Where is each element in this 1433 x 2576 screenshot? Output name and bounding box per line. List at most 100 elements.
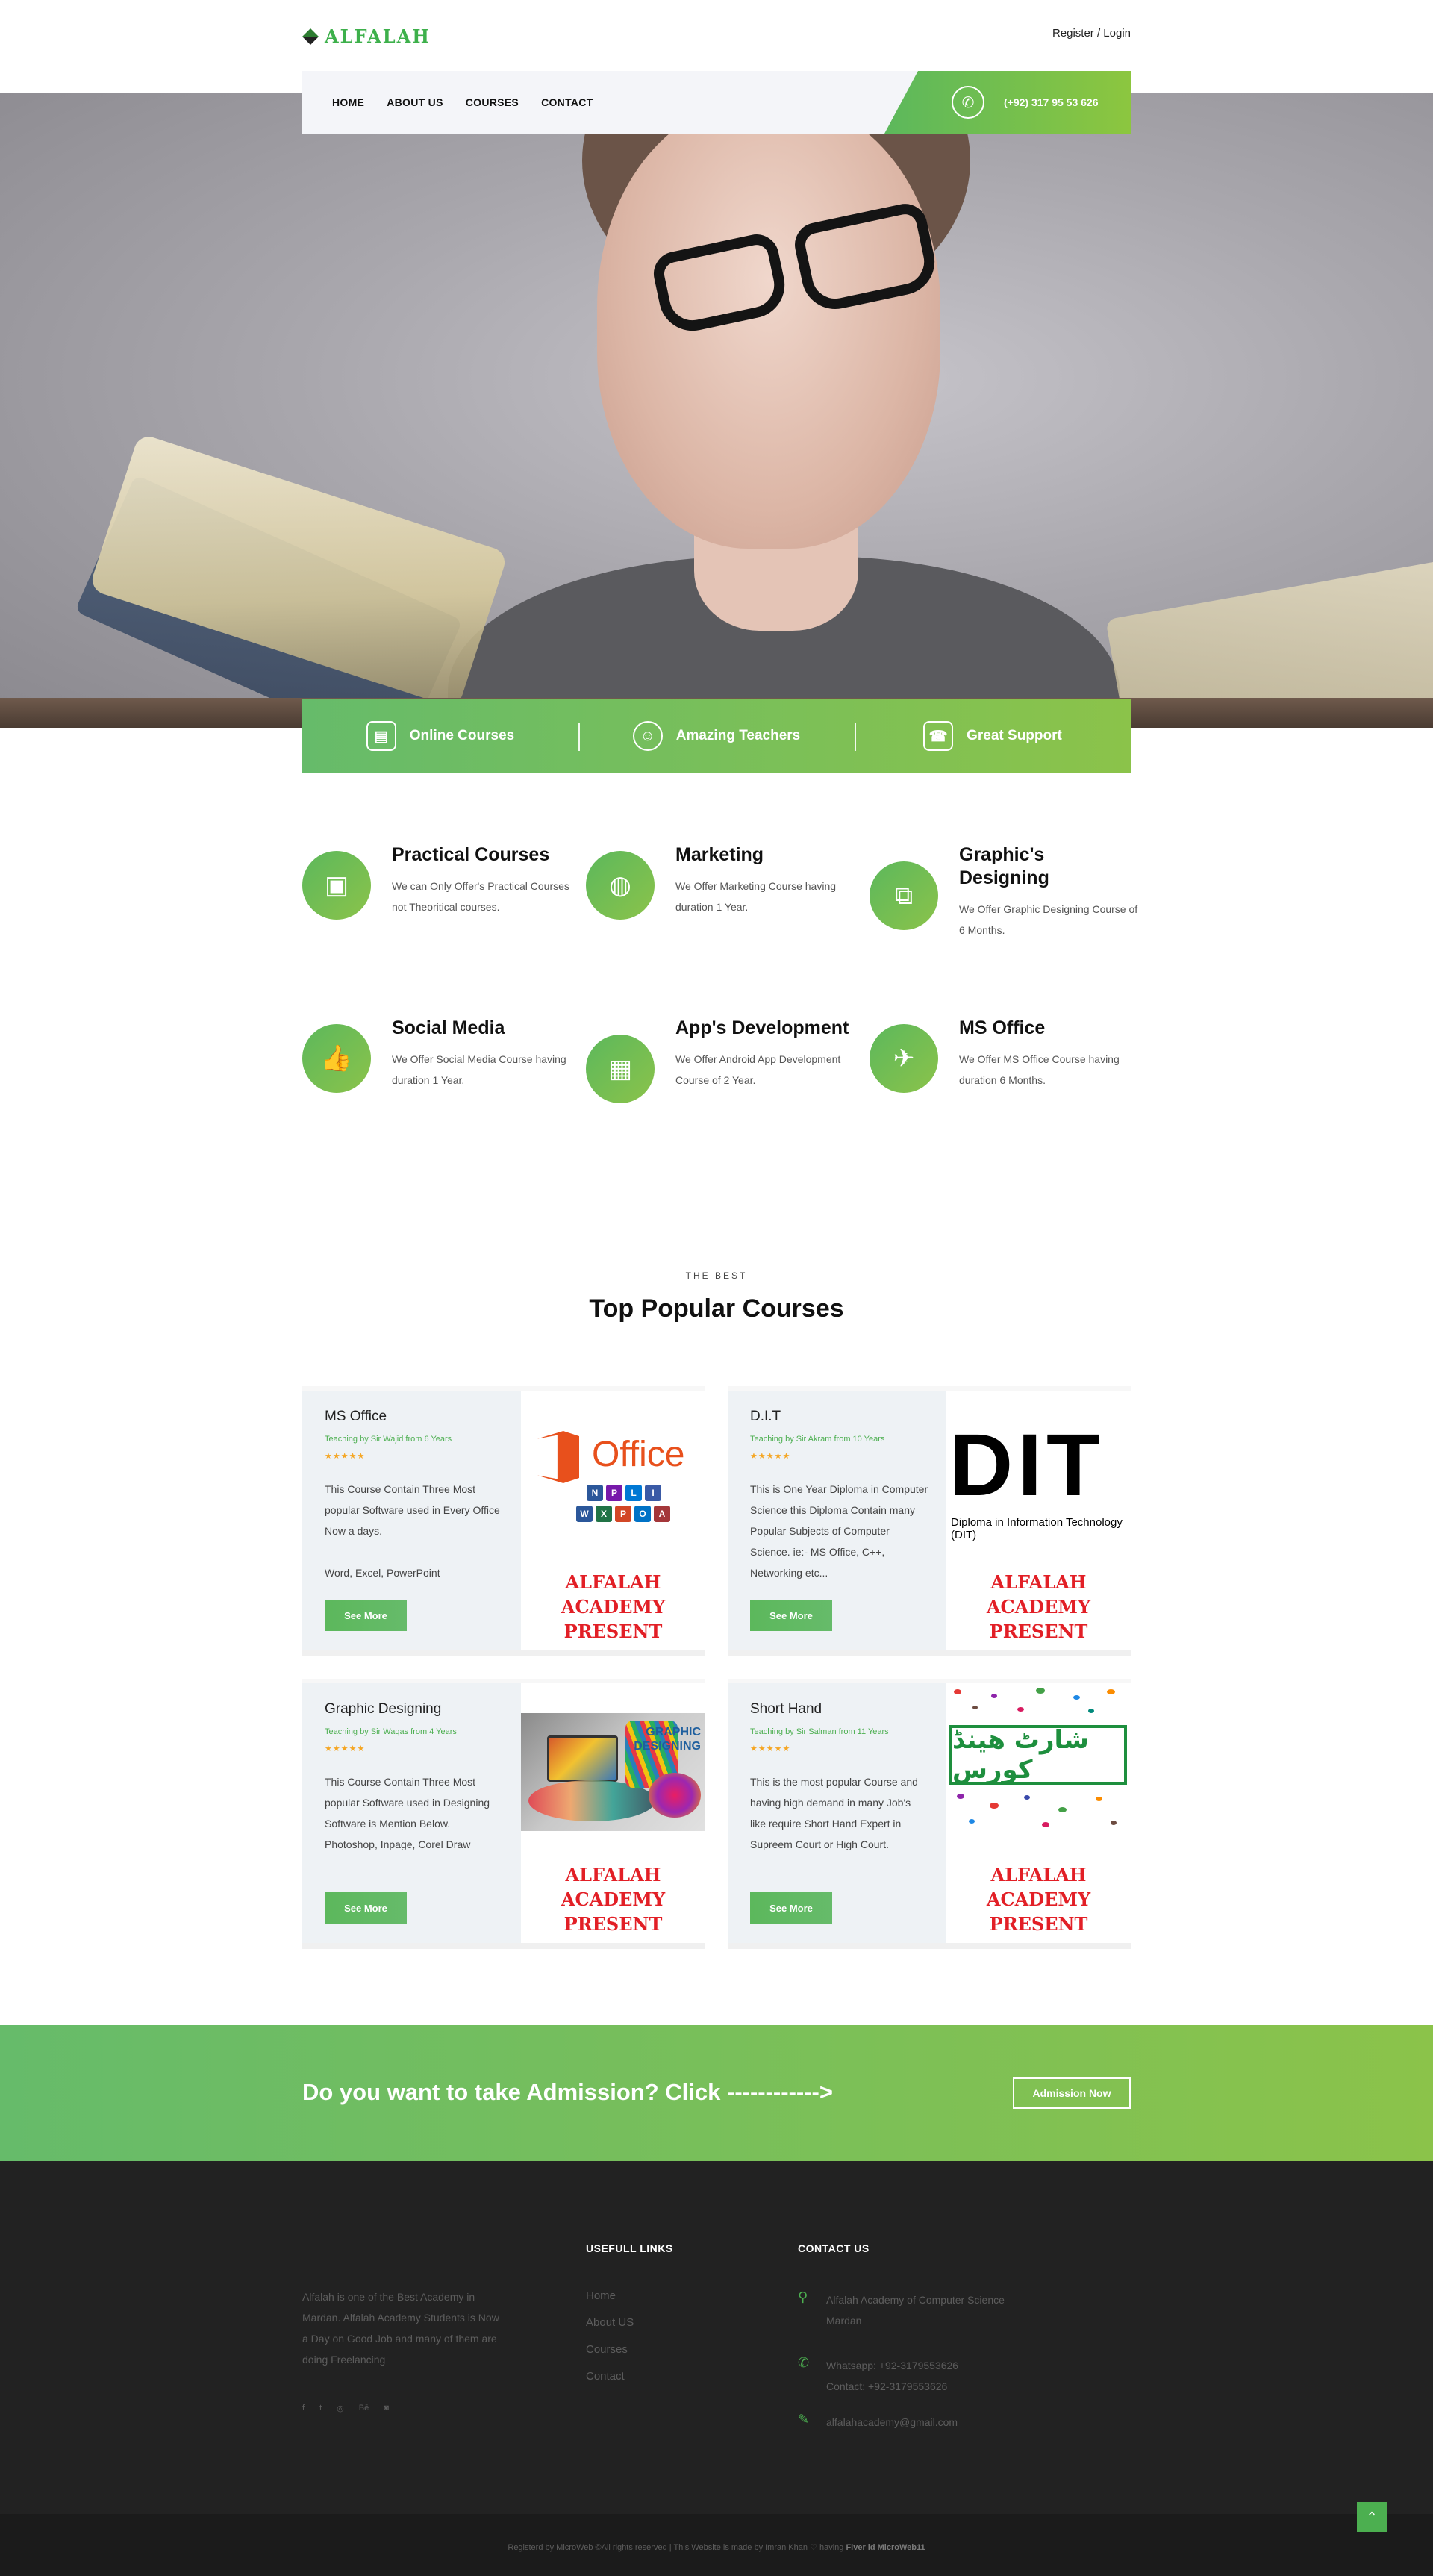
newspaper-icon: ▦ [586, 1035, 655, 1103]
course-desc-extra: Word, Excel, PowerPoint [325, 1567, 440, 1579]
chevron-up-icon: ⌃ [1366, 2509, 1378, 2525]
facebook-icon[interactable]: f [302, 2404, 305, 2413]
course-image-dit: DIT Diploma in Information Technology (D… [946, 1391, 1131, 1650]
main-navbar: HOME ABOUT US COURSES CONTACT ✆ (+92) 31… [302, 71, 1131, 134]
footer-link-about-us[interactable]: About US [586, 2316, 634, 2329]
office-logo-icon [537, 1431, 579, 1483]
footer-link-courses[interactable]: Courses [586, 2343, 628, 2356]
phone-box: ✆ (+92) 317 95 53 626 [884, 71, 1131, 134]
course-card-ms-office: MS Office Teaching by Sir Wajid from 6 Y… [302, 1386, 705, 1656]
copyright-text: Registerd by MicroWeb ©All rights reserv… [508, 2543, 844, 2552]
certificate-icon: ▤ [366, 721, 396, 751]
services-section: ▣ Practical Courses We can Only Offer's … [302, 843, 1137, 1157]
paper-plane-icon: ✈ [870, 1024, 938, 1093]
admission-now-button[interactable]: Admission Now [1013, 2077, 1131, 2109]
see-more-button[interactable]: See More [750, 1892, 832, 1924]
graphic-image-title: GRAPHIC DESIGNING [611, 1725, 701, 1753]
feature-label: Online Courses [409, 728, 515, 743]
academy-tag-line-1: ALFALAH ACADEMY [986, 1571, 1091, 1618]
bottom-bar: Registerd by MicroWeb ©All rights reserv… [0, 2514, 1433, 2576]
nav-contact[interactable]: CONTACT [541, 96, 593, 108]
academy-tag: ALFALAH ACADEMY PRESENT [521, 1570, 705, 1644]
site-logo[interactable]: ALFALAH [302, 25, 431, 47]
academy-tag-line-2: PRESENT [989, 1621, 1088, 1642]
whatsapp-number[interactable]: Whatsapp: +92-3179553626 [826, 2355, 958, 2376]
service-desc: We Offer Social Media Course having dura… [392, 1053, 566, 1086]
course-image-shorthand: شارٹ ھینڈ کورس ALFALAH ACADEMY PRESENT [946, 1683, 1131, 1943]
shorthand-title: شارٹ ھینڈ کورس [949, 1725, 1127, 1785]
see-more-button[interactable]: See More [325, 1600, 407, 1631]
footer-link-contact[interactable]: Contact [586, 2370, 625, 2383]
app-tile: A [654, 1506, 670, 1522]
graphic-word-1: GRAPHIC [646, 1726, 701, 1738]
see-more-button[interactable]: See More [750, 1600, 832, 1631]
service-title: MS Office [959, 1017, 1046, 1038]
service-title: App's Development [675, 1017, 849, 1038]
admission-cta: Do you want to take Admission? Click ---… [0, 2025, 1433, 2161]
service-desc: We Offer Marketing Course having duratio… [675, 880, 837, 913]
feature-amazing-teachers: ☺ Amazing Teachers [578, 721, 855, 751]
section-label: THE BEST [685, 1270, 748, 1281]
phone-number[interactable]: (+92) 317 95 53 626 [1004, 96, 1099, 108]
map-icon: ⧉ [870, 861, 938, 930]
see-more-button[interactable]: See More [325, 1892, 407, 1924]
instagram-icon[interactable]: ◙ [384, 2404, 389, 2413]
back-to-top-button[interactable]: ⌃ [1357, 2502, 1387, 2532]
service-practical-courses: ▣ Practical Courses We can Only Offer's … [302, 843, 571, 920]
logo-diamond-icon [302, 28, 319, 45]
service-social-media: 👍 Social Media We Offer Social Media Cou… [302, 1017, 571, 1093]
nav-about-us[interactable]: ABOUT US [387, 96, 443, 108]
course-image-graphic: GRAPHIC DESIGNING ALFALAH ACADEMY PRESEN… [521, 1683, 705, 1943]
register-login-link[interactable]: Register / Login [1052, 27, 1131, 40]
app-tile: L [625, 1485, 642, 1501]
section-title: Top Popular Courses [589, 1294, 844, 1323]
course-title: Short Hand [750, 1701, 822, 1717]
cta-text: Do you want to take Admission? Click ---… [302, 2079, 833, 2105]
address-line-1: Alfalah Academy of Computer Science [826, 2294, 1005, 2306]
academy-tag-line-1: ALFALAH ACADEMY [561, 1864, 666, 1910]
course-teacher: Teaching by Sir Waqas from 4 Years [325, 1727, 457, 1736]
course-card-dit: D.I.T Teaching by Sir Akram from 10 Year… [728, 1386, 1131, 1656]
course-desc: This Course Contain Three Most popular S… [325, 1776, 490, 1830]
email-address[interactable]: alfalahacademy@gmail.com [826, 2412, 958, 2433]
graphic-word-2: DESIGNING [634, 1740, 701, 1753]
contact-number[interactable]: Contact: +92-3179553626 [826, 2376, 958, 2397]
course-teacher: Teaching by Sir Akram from 10 Years [750, 1435, 885, 1444]
course-teacher: Teaching by Sir Salman from 11 Years [750, 1727, 889, 1736]
course-card-short-hand: Short Hand Teaching by Sir Salman from 1… [728, 1679, 1131, 1949]
office-word: Office [592, 1435, 685, 1474]
rating-stars: ★★★★★ [750, 1744, 791, 1753]
social-links: f t ◎ Bē ◙ [302, 2404, 389, 2413]
behance-icon[interactable]: Bē [359, 2404, 369, 2413]
location-pin-icon: ⚲ [798, 2289, 808, 2305]
course-image-office: Office N P L I W X P O A ALFALAH ACADEMY… [521, 1391, 705, 1650]
feature-label: Amazing Teachers [675, 728, 801, 743]
contact-email: ✎ alfalahacademy@gmail.com [798, 2412, 958, 2433]
phone-icon: ✆ [952, 86, 984, 119]
phone-icon: ✆ [798, 2355, 810, 2371]
course-desc: This is the most popular Course and havi… [750, 1776, 918, 1850]
id-card-icon: ▣ [302, 851, 371, 920]
globe-icon: ◍ [586, 851, 655, 920]
footer-link-home[interactable]: Home [586, 2289, 616, 2302]
dribbble-icon[interactable]: ◎ [337, 2404, 344, 2413]
twitter-icon[interactable]: t [319, 2404, 322, 2413]
service-apps-development: ▦ App's Development We Offer Android App… [586, 1017, 855, 1103]
rating-stars: ★★★★★ [325, 1451, 366, 1461]
brand-name: ALFALAH [325, 25, 431, 47]
nav-home[interactable]: HOME [332, 96, 364, 108]
contact-address: ⚲ Alfalah Academy of Computer Science Ma… [798, 2289, 1005, 2331]
service-desc: We can Only Offer's Practical Courses no… [392, 880, 569, 913]
service-desc: We Offer Android App Development Course … [675, 1053, 841, 1086]
academy-tag: ALFALAH ACADEMY PRESENT [946, 1862, 1131, 1936]
dit-subtitle: Diploma in Information Technology (DIT) [951, 1516, 1123, 1541]
academy-tag: ALFALAH ACADEMY PRESENT [946, 1570, 1131, 1644]
course-desc: This is One Year Diploma in Computer Sci… [750, 1483, 928, 1579]
academy-tag-line-2: PRESENT [563, 1621, 663, 1642]
contact-heading: CONTACT US [798, 2242, 870, 2254]
feature-label: Great Support [967, 728, 1062, 743]
academy-tag-line-1: ALFALAH ACADEMY [561, 1571, 666, 1618]
nav-courses[interactable]: COURSES [466, 96, 519, 108]
service-ms-office: ✈ MS Office We Offer MS Office Course ha… [870, 1017, 1138, 1093]
contact-phone: ✆ Whatsapp: +92-3179553626 Contact: +92-… [798, 2355, 958, 2397]
